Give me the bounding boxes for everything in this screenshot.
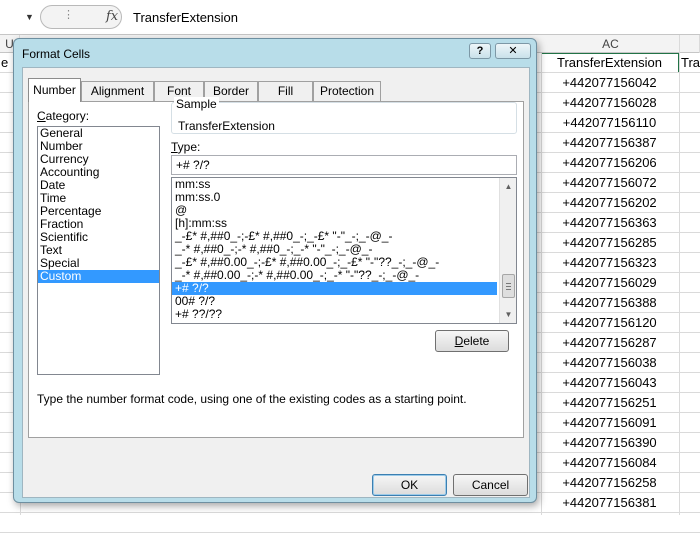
- data-cell[interactable]: +442077156206: [542, 153, 677, 173]
- data-cell[interactable]: +442077156120: [542, 313, 677, 333]
- data-cell[interactable]: +442077156258: [542, 473, 677, 493]
- format-code-item[interactable]: mm:ss: [172, 178, 497, 191]
- category-item[interactable]: Custom: [38, 270, 159, 283]
- scroll-thumb[interactable]: [502, 274, 515, 298]
- scroll-up-icon[interactable]: ▲: [500, 178, 516, 195]
- data-cell[interactable]: +442077156323: [542, 253, 677, 273]
- format-code-item[interactable]: 00# ?/?: [172, 295, 497, 308]
- help-button[interactable]: ?: [469, 43, 491, 59]
- data-cell[interactable]: +442077156110: [542, 113, 677, 133]
- column-header[interactable]: [680, 35, 700, 53]
- ok-button[interactable]: OK: [372, 474, 447, 496]
- format-list-scrollbar[interactable]: ▲ ▼: [499, 178, 516, 323]
- data-cell[interactable]: +442077156091: [542, 413, 677, 433]
- format-cells-dialog: Format Cells ? ✕ Number Alignment Font Bord…: [13, 38, 537, 503]
- data-cell[interactable]: +442077156363: [542, 213, 677, 233]
- format-code-item[interactable]: _-* #,##0.00_-;-* #,##0.00_-;_-* "-"??_-…: [172, 269, 497, 282]
- data-cell[interactable]: +442077156038: [542, 353, 677, 373]
- data-cell[interactable]: +442077156029: [542, 273, 677, 293]
- format-code-item[interactable]: [h]:mm:ss: [172, 217, 497, 230]
- tab-fill[interactable]: Fill: [258, 81, 313, 101]
- format-code-item[interactable]: _-£* #,##0_-;-£* #,##0_-;_-£* "-"_-;_-@_…: [172, 230, 497, 243]
- sample-label: Sample: [174, 97, 219, 111]
- delete-button[interactable]: Delete: [435, 330, 509, 352]
- format-code-item[interactable]: _-£* #,##0.00_-;-£* #,##0.00_-;_-£* "-"?…: [172, 256, 497, 269]
- data-cell[interactable]: +442077156202: [542, 193, 677, 213]
- more-icon: ⋮: [63, 9, 75, 21]
- close-button[interactable]: ✕: [495, 43, 531, 59]
- data-cell[interactable]: +442077156287: [542, 333, 677, 353]
- format-code-item[interactable]: @: [172, 204, 497, 217]
- header-cell[interactable]: TransferExtension: [542, 53, 677, 73]
- cancel-button[interactable]: Cancel: [453, 474, 528, 496]
- format-code-item[interactable]: _-* #,##0_-;-* #,##0_-;_-* "-"_-;_-@_-: [172, 243, 497, 256]
- formula-input[interactable]: TransferExtension: [133, 10, 238, 25]
- namebox-dropdown-icon[interactable]: ▼: [25, 12, 34, 22]
- dialog-body: Number Alignment Font Border Fill Protection …: [22, 67, 530, 498]
- tab-protection[interactable]: Protection: [313, 81, 381, 101]
- tab-number[interactable]: Number: [28, 78, 81, 102]
- dialog-title: Format Cells: [22, 47, 91, 61]
- formula-bar: ▼ ⋮ fx TransferExtension: [0, 0, 700, 35]
- type-input[interactable]: +# ?/?: [171, 155, 517, 175]
- type-label: Type:: [171, 140, 201, 154]
- format-code-item[interactable]: +# ?/?: [172, 282, 497, 295]
- hint-text: Type the number format code, using one o…: [37, 392, 467, 406]
- data-cell[interactable]: +442077156028: [542, 93, 677, 113]
- data-cell[interactable]: +442077156387: [542, 133, 677, 153]
- data-cell[interactable]: +442077156251: [542, 393, 677, 413]
- format-code-list[interactable]: mm:ss mm:ss.0 @ [h]:mm:ss _-£* #,##0_-;-£* #…: [171, 177, 517, 324]
- sample-value: TransferExtension: [178, 119, 275, 133]
- header-cell[interactable]: Tra: [681, 53, 700, 73]
- data-cell[interactable]: +442077156390: [542, 433, 677, 453]
- format-code-item[interactable]: +# ??/??: [172, 308, 497, 321]
- data-cell[interactable]: +442077156084: [542, 453, 677, 473]
- insert-function-icon[interactable]: fx: [106, 9, 118, 24]
- number-tab-panel: Category: General Number Currency Accountin…: [28, 97, 524, 438]
- column-header[interactable]: AC: [542, 35, 680, 53]
- scroll-down-icon[interactable]: ▼: [500, 306, 516, 323]
- data-cell[interactable]: +442077156285: [542, 233, 677, 253]
- category-label: Category:: [37, 109, 90, 123]
- data-cell[interactable]: +442077156381: [542, 493, 677, 513]
- tab-alignment[interactable]: Alignment: [81, 81, 154, 101]
- data-cell[interactable]: +442077156042: [542, 73, 677, 93]
- data-cell[interactable]: +442077156043: [542, 373, 677, 393]
- data-cell[interactable]: +442077156388: [542, 293, 677, 313]
- format-code-item[interactable]: mm:ss.0: [172, 191, 497, 204]
- category-list[interactable]: General Number Currency Accounting Date Time P…: [37, 126, 160, 375]
- data-cell[interactable]: +442077156072: [542, 173, 677, 193]
- gridline: [679, 53, 680, 515]
